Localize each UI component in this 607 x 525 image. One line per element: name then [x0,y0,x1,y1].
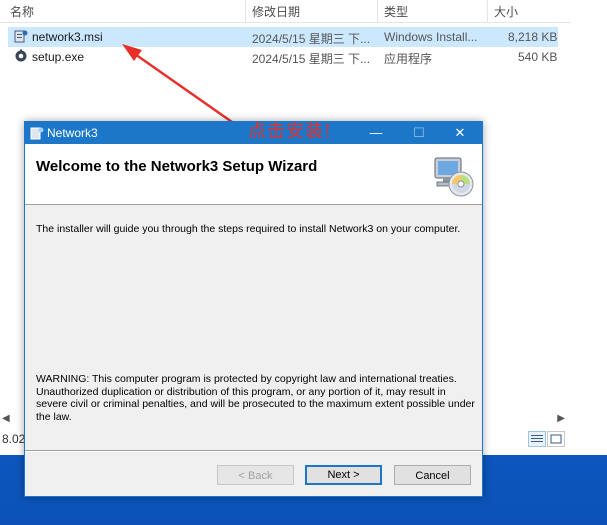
setup-wizard-dialog: Network3 — ☐ ✕ Welcome to the Network3 S… [24,121,483,497]
column-header: 名称 修改日期 类型 大小 [0,0,571,23]
copyright-warning: WARNING: This computer program is protec… [36,373,475,423]
large-icons-view-icon[interactable] [547,431,565,447]
file-modified: 2024/5/15 星期三 下... [252,32,371,46]
scroll-left-icon[interactable]: ◀ [2,413,10,424]
next-button[interactable]: Next > [305,465,382,485]
annotation-text: 点击安装! [248,121,333,142]
file-size: 540 KB [518,50,558,64]
wizard-title: Welcome to the Network3 Setup Wizard [36,158,318,175]
column-divider[interactable] [377,0,378,22]
file-row-setup-exe[interactable]: setup.exe 2024/5/15 星期三 下... 应用程序 540 KB [8,47,558,67]
details-view-icon[interactable] [528,431,546,447]
wizard-description: The installer will guide you through the… [36,223,461,235]
close-icon[interactable]: ✕ [440,122,480,144]
column-size[interactable]: 大小 [494,3,518,20]
minimize-icon[interactable]: — [356,122,396,144]
msi-installer-icon [14,30,28,43]
column-divider[interactable] [487,0,488,22]
explorer-right-edge [571,0,607,455]
file-size: 8,218 KB [508,30,558,44]
column-modified[interactable]: 修改日期 [252,3,300,20]
setup-exe-icon [15,49,27,62]
footer-divider [25,450,482,452]
cancel-button[interactable]: Cancel [394,465,471,485]
file-row-network3-msi[interactable]: network3.msi 2024/5/15 星期三 下... Windows … [8,27,558,47]
scroll-right-icon[interactable]: ▶ [557,413,565,424]
file-modified: 2024/5/15 星期三 下... [252,52,371,66]
wizard-header: Welcome to the Network3 Setup Wizard [25,144,482,205]
computer-cd-icon [434,157,474,197]
column-divider[interactable] [245,0,246,22]
file-name: network3.msi [32,30,103,44]
file-type: 应用程序 [384,52,433,66]
file-name: setup.exe [32,50,85,64]
column-type[interactable]: 类型 [384,3,408,20]
file-type: Windows Install... [384,30,478,44]
dialog-title: Network3 [47,126,98,140]
maximize-icon: ☐ [413,125,425,140]
installer-app-icon [30,127,44,140]
column-name[interactable]: 名称 [10,3,34,20]
back-button: < Back [217,465,294,485]
status-text: 8.02 [2,432,26,446]
